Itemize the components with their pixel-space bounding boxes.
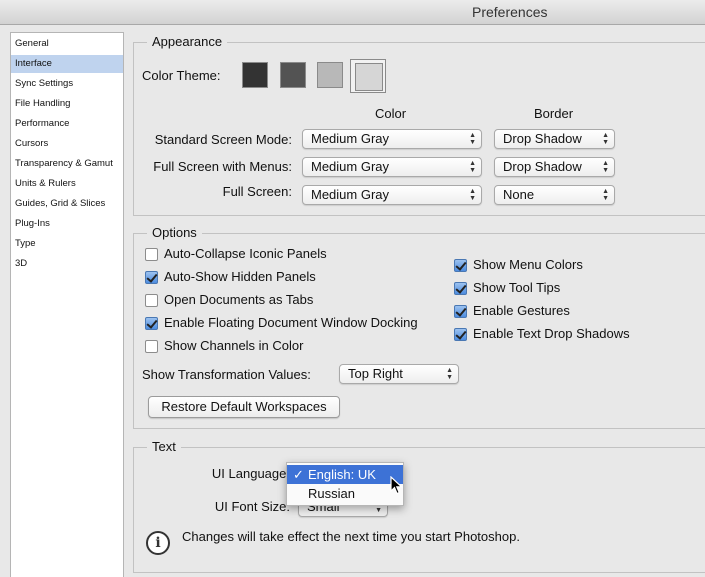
full-screen-color-select[interactable]: Medium Gray ▲ ▼ [302, 185, 482, 205]
menu-item-russian[interactable]: Russian [287, 484, 403, 503]
ui-language-label: UI Language: [211, 466, 290, 481]
ui-font-size-label: UI Font Size: [214, 499, 290, 514]
up-down-arrows-icon: ▲▼ [602, 132, 609, 146]
theme-swatch-light[interactable] [317, 62, 343, 88]
menu-item-english-uk[interactable]: ✓ English: UK [287, 465, 403, 484]
checkbox-label: Auto-Show Hidden Panels [164, 269, 316, 284]
border-column-header: Border [534, 106, 574, 121]
full-screen-border-select[interactable]: None ▲ ▼ [494, 185, 615, 205]
select-value: Drop Shadow [503, 159, 582, 174]
up-down-arrows-icon: ▲▼ [469, 132, 476, 146]
restart-notice: Changes will take effect the next time y… [182, 529, 520, 544]
checkbox-box[interactable] [454, 305, 467, 318]
sidebar-item-3d[interactable]: 3D [11, 255, 123, 273]
checkbox-label: Enable Gestures [473, 303, 570, 318]
sidebar-item-performance[interactable]: Performance [11, 115, 123, 133]
select-value: Top Right [348, 366, 403, 381]
checkbox-label: Show Channels in Color [164, 338, 304, 353]
select-value: Drop Shadow [503, 131, 582, 146]
ui-language-menu[interactable]: ✓ English: UK Russian [286, 462, 404, 506]
select-value: None [503, 187, 535, 202]
checkbox-box[interactable] [145, 248, 158, 261]
menu-item-label: Russian [308, 486, 355, 501]
info-icon: i [146, 531, 170, 555]
full-screen-menus-border-select[interactable]: Drop Shadow ▲ ▼ [494, 157, 615, 177]
full-screen-menus-label: Full Screen with Menus: [153, 159, 292, 174]
restore-default-workspaces-button[interactable]: Restore Default Workspaces [148, 396, 340, 418]
sidebar-item-file-handling[interactable]: File Handling [11, 95, 123, 113]
checkbox-label: Enable Text Drop Shadows [473, 326, 630, 341]
menu-item-label: English: UK [308, 467, 376, 482]
window-title: Preferences [472, 4, 548, 20]
sidebar-item-plug-ins[interactable]: Plug-Ins [11, 215, 123, 233]
sidebar-item-guides-grid[interactable]: Guides, Grid & Slices [11, 195, 123, 213]
theme-swatch-dark[interactable] [280, 62, 306, 88]
checkbox-box[interactable] [145, 317, 158, 330]
sidebar-item-units-rulers[interactable]: Units & Rulers [11, 175, 123, 193]
options-title: Options [147, 225, 202, 240]
sidebar-item-transparency[interactable]: Transparency & Gamut [11, 155, 123, 173]
checkbox-box[interactable] [145, 294, 158, 307]
select-value: Medium Gray [311, 159, 390, 174]
up-down-arrows-icon: ▲▼ [469, 160, 476, 174]
text-title: Text [147, 439, 181, 454]
sidebar-item-sync-settings[interactable]: Sync Settings [11, 75, 123, 93]
transform-values-label: Show Transformation Values: [142, 367, 311, 382]
sidebar-item-interface[interactable]: Interface [11, 55, 123, 73]
sidebar: General Interface Sync Settings File Han… [10, 32, 124, 577]
standard-screen-mode-label: Standard Screen Mode: [154, 132, 292, 147]
select-value: Medium Gray [311, 131, 390, 146]
title-bar: Preferences [0, 0, 705, 25]
select-value: Medium Gray [311, 187, 390, 202]
checkmark-icon: ✓ [293, 467, 304, 482]
checkbox-box[interactable] [454, 328, 467, 341]
checkbox-label: Show Menu Colors [473, 257, 583, 272]
standard-screen-color-select[interactable]: Medium Gray ▲ ▼ [302, 129, 482, 149]
theme-swatch-darkest[interactable] [242, 62, 268, 88]
checkbox-box[interactable] [145, 271, 158, 284]
color-column-header: Color [375, 106, 407, 121]
sidebar-item-general[interactable]: General [11, 35, 123, 53]
checkbox-label: Enable Floating Document Window Docking [164, 315, 418, 330]
appearance-title: Appearance [147, 34, 228, 49]
sidebar-item-type[interactable]: Type [11, 235, 123, 253]
theme-swatch-lightest-selected[interactable] [350, 59, 386, 93]
up-down-arrows-icon: ▲▼ [602, 160, 609, 174]
checkbox-label: Show Tool Tips [473, 280, 561, 295]
mouse-pointer-icon [390, 476, 404, 495]
full-screen-menus-color-select[interactable]: Medium Gray ▲ ▼ [302, 157, 482, 177]
theme-swatch-lightest [355, 63, 383, 91]
color-theme-label: Color Theme: [142, 68, 221, 83]
sidebar-item-cursors[interactable]: Cursors [11, 135, 123, 153]
checkbox-box[interactable] [454, 282, 467, 295]
up-down-arrows-icon: ▲▼ [446, 367, 453, 381]
checkbox-label: Open Documents as Tabs [164, 292, 314, 307]
full-screen-label: Full Screen: [222, 184, 292, 199]
up-down-arrows-icon: ▲▼ [469, 188, 476, 202]
checkbox-box[interactable] [454, 259, 467, 272]
transform-values-select[interactable]: Top Right ▲ ▼ [339, 364, 459, 384]
checkbox-label: Auto-Collapse Iconic Panels [164, 246, 327, 261]
checkbox-box[interactable] [145, 340, 158, 353]
standard-screen-border-select[interactable]: Drop Shadow ▲ ▼ [494, 129, 615, 149]
up-down-arrows-icon: ▲▼ [602, 188, 609, 202]
